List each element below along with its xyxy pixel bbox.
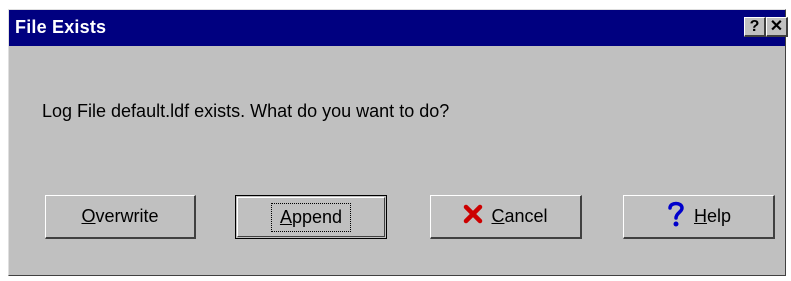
file-exists-dialog: File Exists ? ✕ Log File default.ldf exi… — [8, 9, 788, 276]
append-label: Append — [270, 202, 352, 232]
question-mark-icon — [666, 200, 686, 233]
cancel-label: Cancel — [491, 206, 548, 226]
titlebar-close-button[interactable]: ✕ — [766, 17, 788, 37]
titlebar[interactable]: File Exists ? ✕ — [9, 10, 788, 46]
overwrite-button[interactable]: Overwrite — [45, 195, 196, 239]
dialog-message: Log File default.ldf exists. What do you… — [42, 101, 450, 121]
help-label: Help — [693, 206, 732, 226]
help-button[interactable]: Help — [623, 195, 775, 239]
overwrite-label: Overwrite — [81, 206, 159, 226]
cancel-button[interactable]: Cancel — [430, 195, 582, 239]
dialog-title: File Exists — [15, 17, 107, 37]
red-x-icon — [463, 204, 483, 229]
append-button[interactable]: Append — [235, 195, 387, 239]
titlebar-help-button[interactable]: ? — [744, 17, 766, 37]
